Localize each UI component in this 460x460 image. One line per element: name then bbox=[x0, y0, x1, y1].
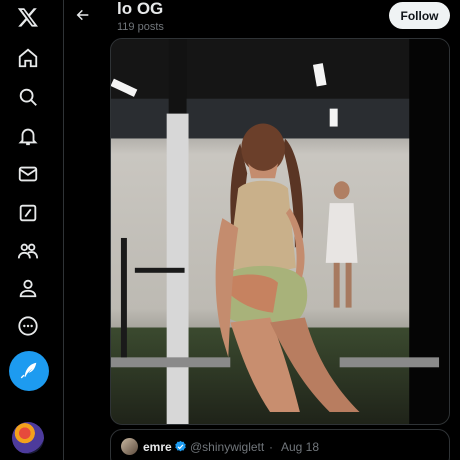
quoted-author-avatar[interactable] bbox=[121, 438, 138, 455]
home-icon[interactable] bbox=[6, 36, 50, 80]
more-icon[interactable] bbox=[6, 304, 50, 348]
verified-badge-icon bbox=[175, 440, 186, 452]
separator-dot: · bbox=[269, 440, 273, 454]
arrow-left-icon bbox=[76, 9, 89, 21]
messages-envelope-icon[interactable] bbox=[6, 152, 50, 196]
follow-button[interactable]: Follow bbox=[389, 2, 450, 29]
quoted-author-name[interactable]: emre bbox=[143, 440, 172, 454]
side-navigation bbox=[0, 0, 58, 460]
quoted-post-date[interactable]: Aug 18 bbox=[281, 440, 319, 454]
nav-divider bbox=[63, 0, 64, 460]
back-button[interactable] bbox=[70, 2, 96, 28]
quoted-author-handle[interactable]: @shinywiglett bbox=[190, 440, 264, 454]
profile-title: lo OG bbox=[117, 0, 164, 18]
compose-post-button[interactable] bbox=[9, 351, 49, 391]
gym-photo bbox=[111, 39, 449, 424]
posts-count: 119 posts bbox=[117, 21, 164, 33]
account-avatar[interactable] bbox=[12, 422, 44, 454]
post-media-photo[interactable] bbox=[110, 38, 450, 425]
compose-post-icon bbox=[20, 362, 37, 379]
x-logo-icon[interactable] bbox=[6, 0, 50, 39]
quoted-post[interactable]: emre @shinywiglett · Aug 18 bbox=[110, 429, 450, 460]
search-icon[interactable] bbox=[6, 75, 50, 119]
